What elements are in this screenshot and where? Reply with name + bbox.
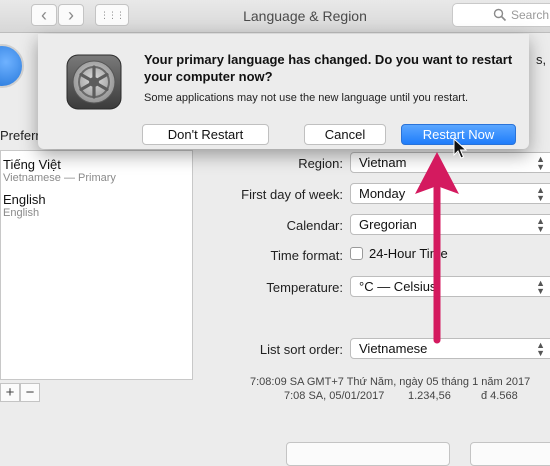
back-button[interactable]: ‹ [31, 4, 57, 26]
popup-arrows-icon: ▲ ▼ [536, 185, 545, 203]
time-format-label: Time format: [270, 248, 343, 263]
sort-order-label: List sort order: [259, 342, 343, 357]
search-field[interactable]: Search [452, 3, 550, 27]
show-all-button[interactable]: ⋮⋮⋮ [95, 4, 129, 26]
time-format-row: 24-Hour Time [350, 246, 448, 261]
popup-arrows-icon: ▲ ▼ [536, 340, 545, 358]
truncated-heading-text: s, [536, 52, 547, 67]
temperature-popup[interactable]: °C — Celsius ▲ ▼ [350, 276, 550, 297]
sort-order-value: Vietnamese [359, 341, 428, 356]
alert-title: Your primary language has changed. Do yo… [144, 52, 513, 84]
language-name: Tiếng Việt [3, 157, 61, 172]
popup-arrows-icon: ▲ ▼ [536, 154, 545, 172]
advanced-button[interactable] [286, 442, 450, 466]
list-controls: + − [0, 383, 40, 402]
search-icon [493, 8, 507, 22]
language-sub: English [3, 207, 40, 219]
restart-alert-sheet: Your primary language has changed. Do yo… [38, 34, 529, 149]
region-value: Vietnam [359, 155, 407, 170]
popup-arrows-icon: ▲ ▼ [536, 216, 545, 234]
globe-flag-icon [0, 44, 24, 88]
first-day-popup[interactable]: Monday ▲ ▼ [350, 183, 550, 204]
window-toolbar: ‹ › ⋮⋮⋮ Language & Region Search [0, 0, 550, 33]
date-sample-line: 7:08:09 SA GMT+7 Thứ Năm, ngày 05 tháng … [250, 376, 531, 388]
region-label: Region: [298, 156, 343, 171]
calendar-value: Gregorian [359, 217, 417, 232]
restart-now-button[interactable]: Restart Now [401, 124, 516, 145]
language-sub: Vietnamese — Primary [3, 172, 116, 184]
language-name: English [3, 192, 46, 207]
chevron-left-icon: ‹ [41, 4, 47, 25]
sort-order-popup[interactable]: Vietnamese ▲ ▼ [350, 338, 550, 359]
chevron-right-icon: › [68, 4, 74, 25]
calendar-label: Calendar: [286, 218, 343, 233]
remove-language-button[interactable]: − [20, 383, 40, 402]
temperature-value: °C — Celsius [359, 279, 437, 294]
dont-restart-button[interactable]: Don't Restart [142, 124, 269, 145]
24-hour-label: 24-Hour Time [369, 246, 448, 261]
alert-message: Some applications may not use the new la… [144, 92, 469, 104]
24-hour-checkbox[interactable] [350, 247, 363, 260]
forward-button[interactable]: › [58, 4, 84, 26]
calendar-popup[interactable]: Gregorian ▲ ▼ [350, 214, 550, 235]
cancel-button[interactable]: Cancel [304, 124, 386, 145]
search-placeholder: Search [511, 8, 550, 22]
temperature-label: Temperature: [266, 280, 343, 295]
currency-sample: đ 4.568 [481, 390, 518, 402]
system-preferences-gear-icon [66, 54, 122, 110]
list-item[interactable]: English English [1, 184, 192, 219]
popup-arrows-icon: ▲ ▼ [536, 278, 545, 296]
region-popup[interactable]: Vietnam ▲ ▼ [350, 152, 550, 173]
window-title: Language & Region [243, 8, 367, 24]
first-day-value: Monday [359, 186, 406, 201]
grid-icon: ⋮⋮⋮ [100, 9, 125, 20]
time-sample: 7:08 SA, 05/01/2017 [284, 390, 385, 402]
first-day-label: First day of week: [241, 187, 343, 202]
number-sample: 1.234,56 [408, 390, 451, 402]
list-item[interactable]: Tiếng Việt Vietnamese — Primary [1, 151, 192, 184]
help-button[interactable] [470, 442, 550, 466]
preferred-languages-list[interactable]: Tiếng Việt Vietnamese — Primary English … [0, 150, 193, 380]
add-language-button[interactable]: + [0, 383, 20, 402]
